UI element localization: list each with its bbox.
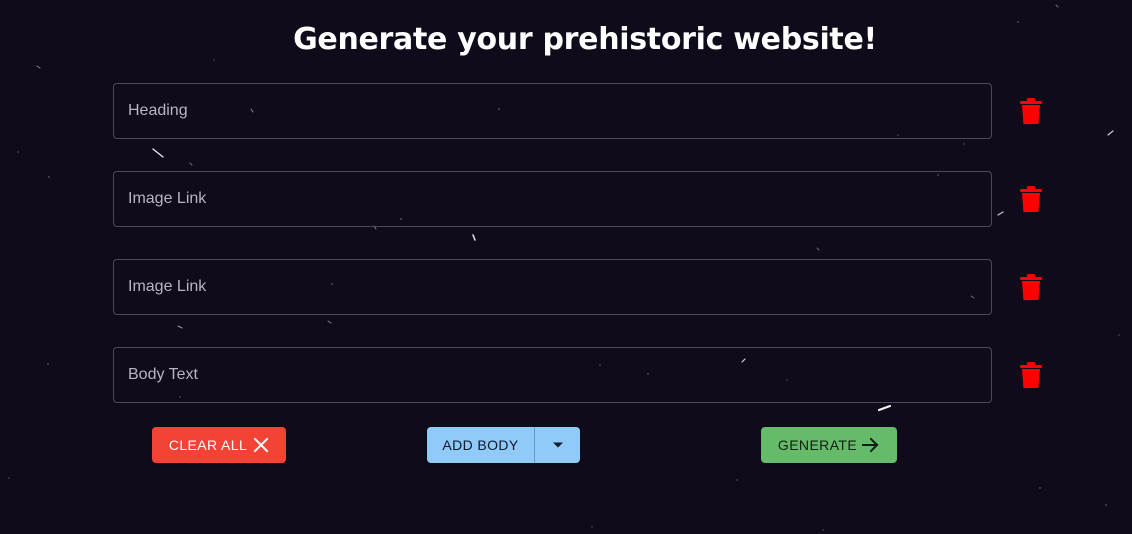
add-body-dropdown-button[interactable] (535, 427, 580, 463)
delete-heading-button[interactable] (1019, 97, 1043, 125)
clear-all-button[interactable]: CLEAR ALL (152, 427, 286, 463)
generate-label: GENERATE (777, 437, 858, 453)
caret-down-icon (552, 442, 563, 448)
app-root: Generate your prehistoric website! Headi… (0, 0, 1132, 534)
clear-all-label: CLEAR ALL (168, 437, 248, 453)
generate-button[interactable]: GENERATE (761, 427, 897, 463)
field-row-image-2 (113, 259, 1053, 315)
image-link-input[interactable] (113, 259, 992, 315)
trash-icon (1020, 186, 1042, 212)
body-text-input[interactable] (113, 347, 992, 403)
page-title: Generate your prehistoric website! (293, 22, 877, 57)
trash-icon (1020, 362, 1042, 388)
delete-body-button[interactable] (1019, 361, 1043, 389)
add-body-button[interactable]: ADD BODY (427, 427, 535, 463)
field-row-body (113, 347, 1053, 403)
trash-icon (1020, 274, 1042, 300)
delete-image-2-button[interactable] (1019, 273, 1043, 301)
heading-input[interactable] (113, 83, 992, 139)
arrow-right-icon (862, 437, 880, 453)
trash-icon (1020, 98, 1042, 124)
image-link-input[interactable] (113, 171, 992, 227)
field-row-image-1 (113, 171, 1053, 227)
close-icon (253, 437, 269, 453)
add-body-split-button: ADD BODY (427, 427, 580, 463)
delete-image-1-button[interactable] (1019, 185, 1043, 213)
field-row-heading (113, 83, 1053, 139)
